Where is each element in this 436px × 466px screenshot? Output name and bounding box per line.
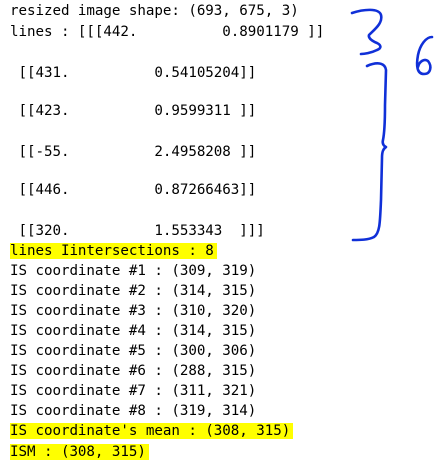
- output-line-lines-4: [[-55. 2.4958208 ]]: [10, 144, 257, 160]
- output-line-is-coordinate: IS coordinate #6 : (288, 315): [10, 363, 257, 379]
- highlight-mark: lines Iintersections : 8: [10, 243, 217, 259]
- output-line-lines-3: [[423. 0.9599311 ]]: [10, 103, 257, 119]
- output-line-is-coordinate: IS coordinate #5 : (300, 306): [10, 343, 257, 359]
- highlight-mark: ISM : (308, 315): [10, 444, 149, 460]
- output-line-is-coordinate: IS coordinate #2 : (314, 315): [10, 283, 257, 299]
- console-output: resized image shape: (693, 675, 3) lines…: [0, 0, 436, 466]
- output-line-is-coordinate: IS coordinate #4 : (314, 315): [10, 323, 257, 339]
- output-line-image-shape: resized image shape: (693, 675, 3): [10, 3, 299, 19]
- output-line-intersection-count: lines Iintersections : 8: [10, 241, 217, 261]
- output-line-is-coordinate: IS coordinate #3 : (310, 320): [10, 303, 257, 319]
- output-line-lines-1: lines : [[[442. 0.8901179 ]]: [10, 24, 325, 40]
- output-line-lines-2: [[431. 0.54105204]]: [10, 65, 257, 81]
- output-line-lines-6: [[320. 1.553343 ]]]: [10, 223, 265, 239]
- output-line-coordinate-mean: IS coordinate's mean : (308, 315): [10, 421, 294, 441]
- output-line-is-coordinate: IS coordinate #1 : (309, 319): [10, 263, 257, 279]
- output-line-is-coordinate: IS coordinate #7 : (311, 321): [10, 383, 257, 399]
- output-line-lines-5: [[446. 0.87266463]]: [10, 182, 257, 198]
- output-line-is-coordinate: IS coordinate #8 : (319, 314): [10, 403, 257, 419]
- output-line-ism: ISM : (308, 315): [10, 442, 149, 462]
- highlight-mark: IS coordinate's mean : (308, 315): [10, 423, 294, 439]
